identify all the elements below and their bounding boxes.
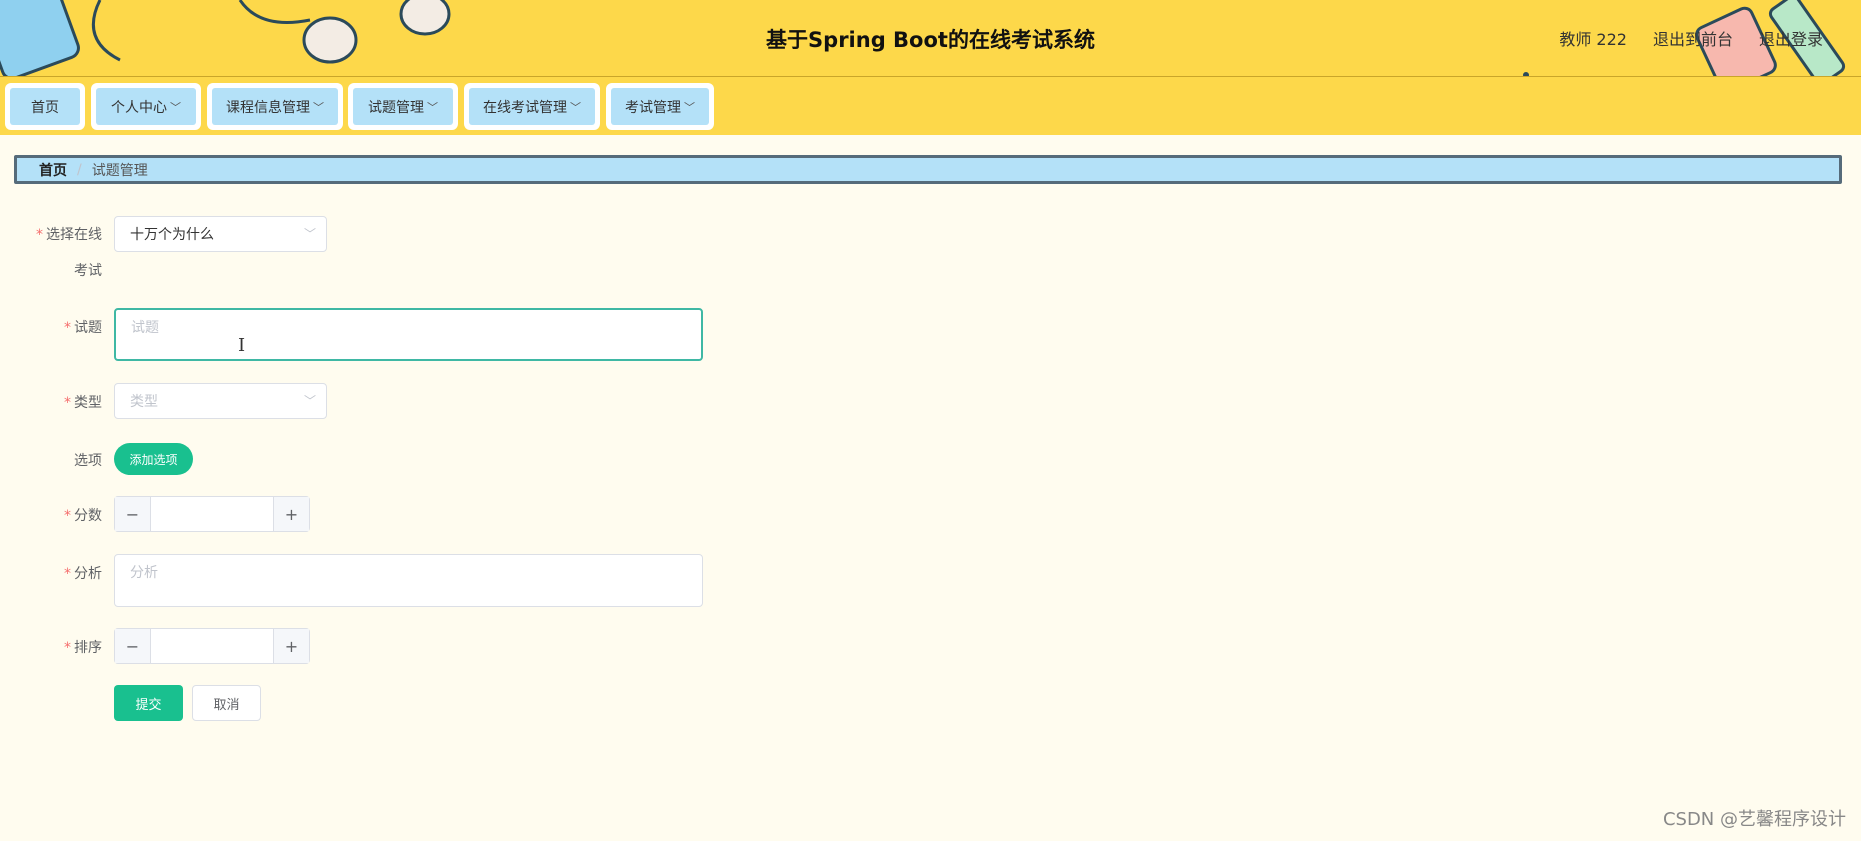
nav-label: 在线考试管理: [483, 99, 567, 116]
chevron-down-icon: ﹀: [684, 100, 695, 114]
chevron-down-icon: ﹀: [303, 227, 316, 241]
nav-item-online-exam[interactable]: 在线考试管理 ﹀: [464, 83, 600, 130]
nav-label: 首页: [31, 99, 59, 116]
analysis-label-text: 分析: [74, 566, 102, 582]
nav-item-course-info[interactable]: 课程信息管理 ﹀: [207, 83, 343, 130]
score-label: * 分数: [20, 505, 102, 525]
nav-label: 课程信息管理: [226, 99, 310, 116]
order-increment-button[interactable]: +: [273, 629, 309, 663]
required-mark: *: [64, 395, 71, 411]
breadcrumb-home[interactable]: 首页: [39, 160, 67, 180]
logout-link[interactable]: 退出登录: [1759, 26, 1823, 50]
type-select[interactable]: 类型 ﹀: [114, 383, 327, 419]
question-placeholder: 试题: [131, 320, 159, 336]
text-cursor-icon: I: [238, 335, 246, 356]
exam-select-value: 十万个为什么: [130, 227, 214, 243]
required-mark: *: [64, 566, 71, 582]
exam-label: * 选择在线: [20, 224, 102, 244]
score-decrement-button[interactable]: −: [115, 497, 151, 531]
order-label-text: 排序: [74, 640, 102, 656]
required-mark: *: [36, 227, 43, 243]
header-bar: 基于Spring Boot的在线考试系统 教师 222 退出到前台 退出登录: [0, 0, 1861, 77]
submit-button[interactable]: 提交: [114, 685, 183, 721]
exam-select[interactable]: 十万个为什么 ﹀: [114, 216, 327, 252]
exam-label-line1: 选择在线: [46, 227, 102, 243]
user-label: 教师 222: [1559, 30, 1627, 49]
question-label-text: 试题: [74, 320, 102, 336]
header-actions: 教师 222 退出到前台 退出登录: [1559, 26, 1823, 50]
breadcrumb: 首页 / 试题管理: [14, 155, 1842, 184]
nav-label: 个人中心: [111, 99, 167, 116]
chevron-down-icon: ﹀: [313, 100, 324, 114]
add-option-button[interactable]: 添加选项: [114, 443, 193, 475]
main-nav: 首页 个人中心 ﹀ 课程信息管理 ﹀ 试题管理 ﹀ 在线考试管理 ﹀ 考试管理 ﹀: [0, 77, 1861, 135]
order-decrement-button[interactable]: −: [115, 629, 151, 663]
exam-label-line2: 考试: [74, 263, 102, 279]
nav-label: 试题管理: [368, 99, 424, 116]
question-textarea[interactable]: 试题: [114, 308, 703, 361]
cancel-button[interactable]: 取消: [192, 685, 261, 721]
order-input[interactable]: [151, 629, 273, 663]
chevron-down-icon: ﹀: [303, 394, 316, 408]
nav-item-exam-management[interactable]: 考试管理 ﹀: [606, 83, 714, 130]
order-label: * 排序: [20, 637, 102, 657]
required-mark: *: [64, 640, 71, 656]
score-label-text: 分数: [74, 508, 102, 524]
required-mark: *: [64, 508, 71, 524]
nav-item-question-management[interactable]: 试题管理 ﹀: [348, 83, 458, 130]
options-label: 选项: [74, 453, 102, 469]
chevron-down-icon: ﹀: [170, 100, 181, 114]
nav-label: 考试管理: [625, 99, 681, 116]
analysis-label: * 分析: [20, 563, 102, 583]
type-placeholder: 类型: [130, 394, 158, 410]
score-increment-button[interactable]: +: [273, 497, 309, 531]
chevron-down-icon: ﹀: [427, 100, 438, 114]
breadcrumb-separator: /: [77, 161, 82, 178]
analysis-placeholder: 分析: [130, 565, 158, 581]
score-input[interactable]: [151, 497, 273, 531]
breadcrumb-current: 试题管理: [91, 162, 148, 179]
score-stepper: − +: [114, 496, 310, 532]
type-label-text: 类型: [74, 395, 102, 411]
type-label: * 类型: [20, 392, 102, 412]
nav-item-personal-center[interactable]: 个人中心 ﹀: [91, 83, 201, 130]
order-stepper: − +: [114, 628, 310, 664]
nav-item-home[interactable]: 首页: [5, 83, 85, 130]
chevron-down-icon: ﹀: [570, 100, 581, 114]
to-front-link[interactable]: 退出到前台: [1653, 26, 1733, 50]
analysis-textarea[interactable]: 分析: [114, 554, 703, 607]
question-label: * 试题: [20, 317, 102, 337]
watermark: CSDN @艺馨程序设计: [1662, 809, 1846, 830]
required-mark: *: [64, 320, 71, 336]
